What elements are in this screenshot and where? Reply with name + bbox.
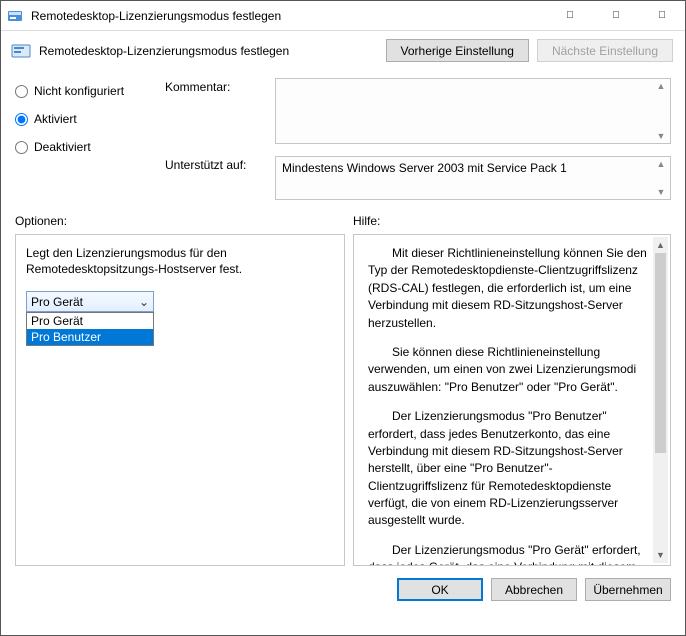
chevron-down-icon: ⌄ bbox=[139, 295, 149, 309]
help-panel: Mit dieser Richtlinieneinstellung können… bbox=[353, 234, 671, 566]
scroll-up-icon[interactable]: ▲ bbox=[653, 237, 668, 253]
radio-enabled-input[interactable] bbox=[15, 113, 28, 126]
panels: Legt den Lizenzierungsmodus für den Remo… bbox=[1, 232, 685, 566]
combo-item-per-user[interactable]: Pro Benutzer bbox=[27, 329, 153, 345]
supported-row: Unterstützt auf: Mindestens Windows Serv… bbox=[165, 156, 671, 200]
help-section-label: Hilfe: bbox=[353, 214, 671, 228]
scroll-up-icon: ▲ bbox=[654, 159, 668, 169]
options-description: Legt den Lizenzierungsmodus für den Remo… bbox=[26, 245, 334, 277]
scroll-down-icon[interactable]: ▼ bbox=[654, 131, 668, 141]
scrollbar-thumb[interactable] bbox=[655, 253, 666, 453]
radio-disabled-input[interactable] bbox=[15, 141, 28, 154]
state-area: Nicht konfiguriert Aktiviert Deaktiviert… bbox=[1, 74, 685, 208]
policy-icon bbox=[11, 41, 31, 61]
dialog-button-row: OK Abbrechen Übernehmen bbox=[1, 566, 685, 613]
licensing-mode-combo[interactable]: Pro Gerät ⌄ bbox=[26, 291, 154, 312]
ok-button[interactable]: OK bbox=[397, 578, 483, 601]
minimize-button[interactable]:  bbox=[547, 1, 593, 31]
state-radio-group: Nicht konfiguriert Aktiviert Deaktiviert bbox=[15, 78, 165, 200]
options-panel: Legt den Lizenzierungsmodus für den Remo… bbox=[15, 234, 345, 566]
radio-disabled-label: Deaktiviert bbox=[34, 140, 91, 154]
radio-not-configured-input[interactable] bbox=[15, 85, 28, 98]
help-paragraph: Der Lizenzierungsmodus "Pro Gerät" erfor… bbox=[368, 542, 648, 566]
apply-button[interactable]: Übernehmen bbox=[585, 578, 671, 601]
section-labels: Optionen: Hilfe: bbox=[1, 208, 685, 232]
comment-row: Kommentar: ▲▼ bbox=[165, 78, 671, 144]
cancel-button[interactable]: Abbrechen bbox=[491, 578, 577, 601]
radio-disabled[interactable]: Deaktiviert bbox=[15, 140, 165, 154]
supported-value: Mindestens Windows Server 2003 mit Servi… bbox=[282, 161, 567, 175]
header-row: Remotedesktop-Lizenzierungsmodus festleg… bbox=[1, 31, 685, 74]
radio-enabled-label: Aktiviert bbox=[34, 112, 77, 126]
previous-setting-button[interactable]: Vorherige Einstellung bbox=[386, 39, 529, 62]
licensing-mode-combo-wrap: Pro Gerät ⌄ Pro Gerät Pro Benutzer bbox=[26, 291, 154, 312]
window-icon bbox=[1, 8, 29, 24]
fields-column: Kommentar: ▲▼ Unterstützt auf: Mindesten… bbox=[165, 78, 671, 200]
window-titlebar: Remotedesktop-Lizenzierungsmodus festleg… bbox=[1, 1, 685, 31]
header-title: Remotedesktop-Lizenzierungsmodus festleg… bbox=[39, 44, 378, 58]
help-paragraph: Sie können diese Richtlinieneinstellung … bbox=[368, 344, 648, 396]
comment-label: Kommentar: bbox=[165, 78, 265, 144]
radio-not-configured-label: Nicht konfiguriert bbox=[34, 84, 124, 98]
supported-scrollbar: ▲▼ bbox=[654, 159, 668, 197]
comment-scrollbar[interactable]: ▲▼ bbox=[654, 81, 668, 141]
combo-item-per-device[interactable]: Pro Gerät bbox=[27, 313, 153, 329]
next-setting-button: Nächste Einstellung bbox=[537, 39, 673, 62]
scroll-down-icon[interactable]: ▼ bbox=[653, 547, 668, 563]
help-text: Mit dieser Richtlinieneinstellung können… bbox=[368, 245, 648, 566]
options-section-label: Optionen: bbox=[15, 214, 353, 228]
licensing-mode-combo-list[interactable]: Pro Gerät Pro Benutzer bbox=[26, 312, 154, 346]
radio-enabled[interactable]: Aktiviert bbox=[15, 112, 165, 126]
help-paragraph: Der Lizenzierungsmodus "Pro Benutzer" er… bbox=[368, 408, 648, 530]
maximize-button[interactable]:  bbox=[593, 1, 639, 31]
window-title: Remotedesktop-Lizenzierungsmodus festleg… bbox=[29, 9, 547, 23]
supported-label: Unterstützt auf: bbox=[165, 156, 265, 200]
radio-not-configured[interactable]: Nicht konfiguriert bbox=[15, 84, 165, 98]
help-scrollbar[interactable]: ▲ ▼ bbox=[653, 237, 668, 563]
scroll-up-icon[interactable]: ▲ bbox=[654, 81, 668, 91]
supported-field: Mindestens Windows Server 2003 mit Servi… bbox=[275, 156, 671, 200]
comment-field[interactable]: ▲▼ bbox=[275, 78, 671, 144]
close-button[interactable]:  bbox=[639, 1, 685, 31]
licensing-mode-combo-value: Pro Gerät bbox=[31, 295, 83, 309]
scrollbar-track[interactable] bbox=[653, 453, 668, 547]
help-paragraph: Mit dieser Richtlinieneinstellung können… bbox=[368, 245, 648, 332]
scroll-down-icon: ▼ bbox=[654, 187, 668, 197]
